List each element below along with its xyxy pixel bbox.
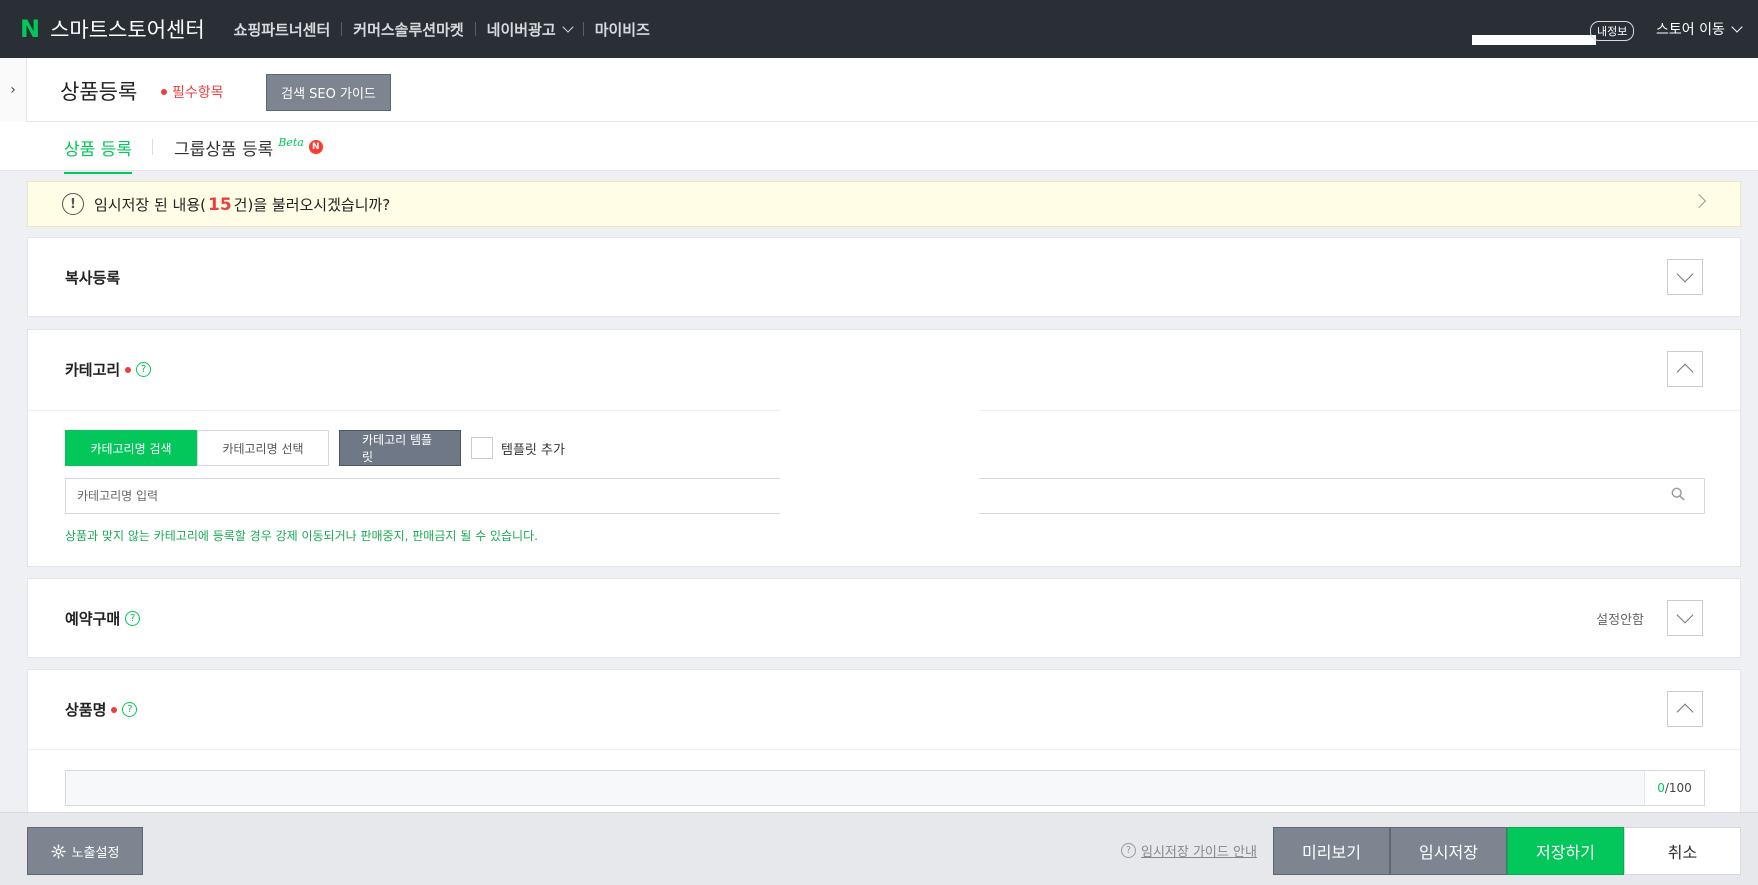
required-dot-icon — [111, 706, 118, 713]
page-title: 상품등록 — [60, 80, 138, 104]
template-add-label: 템플릿 추가 — [501, 442, 565, 458]
temp-save-button[interactable]: 임시저장 — [1390, 827, 1507, 875]
section-category: 카테고리 ? 카테고리명 검색 카테고리명 선택 카테고리 템플릿 템플릿 추가… — [27, 329, 1741, 567]
save-button[interactable]: 저장하기 — [1507, 827, 1624, 875]
temp-save-guide-label: 임시저장 가이드 안내 — [1141, 845, 1257, 860]
product-name-max: /100 — [1664, 781, 1692, 795]
store-move-label: 스토어 이동 — [1656, 22, 1725, 38]
section-title-copy-label: 복사등록 — [65, 269, 121, 287]
top-nav: 쇼핑파트너센터 커머스솔루션마켓 네이버광고 마이비즈 — [223, 19, 661, 40]
preorder-status: 설정안함 — [1596, 613, 1644, 628]
new-badge: N — [308, 139, 323, 154]
chevron-up-icon — [1676, 363, 1694, 381]
redacted-area — [780, 410, 979, 522]
chevron-down-icon — [1676, 606, 1694, 624]
required-dot-icon — [125, 366, 132, 373]
nav-naver-ads-label: 네이버광고 — [486, 20, 556, 39]
expand-copy-button[interactable] — [1667, 259, 1703, 295]
collapse-product-name-button[interactable] — [1667, 691, 1703, 727]
bottom-action-bar: 노출설정 ? 임시저장 가이드 안내 미리보기 임시저장 저장하기 취소 — [0, 812, 1758, 885]
exclamation-icon: ! — [62, 193, 84, 215]
temp-save-banner[interactable]: ! 임시저장 된 내용( 15 건)을 불러오시겠습니까? — [27, 181, 1741, 227]
nav-naver-ads[interactable]: 네이버광고 — [476, 19, 583, 40]
required-dot-icon — [161, 89, 167, 95]
tab-group-product-register[interactable]: 그룹상품 등록 Beta N — [174, 135, 323, 160]
product-name-counter: 0/100 — [1644, 771, 1704, 805]
app-title[interactable]: 스마트스토어센터 — [50, 14, 205, 44]
seo-guide-button[interactable]: 검색 SEO 가이드 — [266, 74, 391, 111]
expand-preorder-button[interactable] — [1667, 600, 1703, 636]
help-icon[interactable]: ? — [125, 611, 141, 626]
nav-shopping-partner[interactable]: 쇼핑파트너센터 — [223, 19, 342, 40]
store-move-button[interactable]: 스토어 이동 — [1656, 19, 1743, 39]
gear-icon — [50, 843, 66, 859]
exposure-settings-button[interactable]: 노출설정 — [27, 827, 143, 875]
chevron-down-icon — [1731, 20, 1743, 33]
preview-button[interactable]: 미리보기 — [1273, 827, 1390, 875]
category-mode-buttons: 카테고리명 검색 카테고리명 선택 카테고리 템플릿 템플릿 추가 — [65, 430, 565, 466]
category-search-button[interactable]: 카테고리명 검색 — [65, 430, 197, 466]
section-copy-register: 복사등록 — [27, 237, 1741, 317]
tab-group-label: 그룹상품 등록 — [174, 140, 274, 160]
top-navigation-bar: N 스마트스토어센터 쇼핑파트너센터 커머스솔루션마켓 네이버광고 마이비즈 — [0, 0, 1758, 58]
section-title-category-label: 카테고리 — [65, 361, 121, 379]
section-title-product-name: 상품명 ? — [65, 699, 138, 720]
chevron-up-icon — [1676, 703, 1694, 721]
section-divider — [28, 749, 1740, 750]
required-legend: 필수항목 — [161, 82, 224, 102]
beta-label: Beta — [278, 136, 304, 149]
temp-save-guide-link[interactable]: ? 임시저장 가이드 안내 — [1121, 841, 1257, 860]
user-name-redacted — [1472, 35, 1596, 45]
collapse-category-button[interactable] — [1667, 351, 1703, 387]
section-title-copy: 복사등록 — [65, 267, 120, 288]
tab-divider — [152, 139, 153, 155]
my-info-button[interactable]: 내정보 — [1590, 21, 1635, 41]
category-template-button[interactable]: 카테고리 템플릿 — [339, 430, 461, 466]
chevron-right-icon — [1691, 193, 1707, 209]
chevron-down-icon — [1676, 265, 1694, 283]
sidebar-toggle-button[interactable]: › — [0, 58, 27, 122]
section-preorder: 예약구매 ? 설정안함 — [27, 578, 1741, 658]
product-name-input[interactable]: 0/100 — [65, 770, 1705, 806]
banner-count: 15 — [208, 194, 232, 215]
nav-mybiz[interactable]: 마이비즈 — [584, 19, 661, 40]
chevron-right-icon: › — [10, 82, 16, 98]
section-title-category: 카테고리 ? — [65, 359, 152, 380]
page-header: › 상품등록 필수항목 검색 SEO 가이드 — [0, 58, 1758, 122]
required-label: 필수항목 — [172, 85, 224, 101]
category-warning-note: 상품과 맞지 않는 카테고리에 등록할 경우 강제 이동되거나 판매중지, 판매… — [65, 529, 538, 543]
tab-bar: 상품 등록 그룹상품 등록 Beta N — [0, 122, 1758, 174]
search-icon[interactable] — [1671, 487, 1685, 501]
help-icon[interactable]: ? — [122, 702, 138, 717]
section-product-name: 상품명 ? 0/100 — [27, 669, 1741, 829]
exposure-settings-label: 노출설정 — [71, 845, 120, 861]
help-icon: ? — [1121, 843, 1136, 858]
section-title-product-name-label: 상품명 — [65, 701, 107, 719]
template-add-checkbox[interactable] — [471, 437, 493, 459]
nav-commerce-solution[interactable]: 커머스솔루션마켓 — [342, 19, 474, 40]
category-select-button[interactable]: 카테고리명 선택 — [197, 430, 329, 466]
help-icon[interactable]: ? — [136, 362, 152, 377]
banner-message: 임시저장 된 내용( 15 건)을 불러오시겠습니까? — [94, 194, 390, 215]
banner-text-before: 임시저장 된 내용( — [94, 195, 206, 214]
chevron-down-icon — [562, 20, 574, 33]
section-title-preorder: 예약구매 ? — [65, 608, 141, 629]
tab-product-register[interactable]: 상품 등록 — [64, 135, 132, 174]
section-title-preorder-label: 예약구매 — [65, 610, 121, 628]
cancel-button[interactable]: 취소 — [1624, 827, 1741, 875]
naver-logo[interactable]: N — [20, 17, 40, 41]
banner-text-after: 건)을 불러오시겠습니까? — [233, 195, 391, 214]
product-name-count: 0 — [1657, 781, 1665, 795]
